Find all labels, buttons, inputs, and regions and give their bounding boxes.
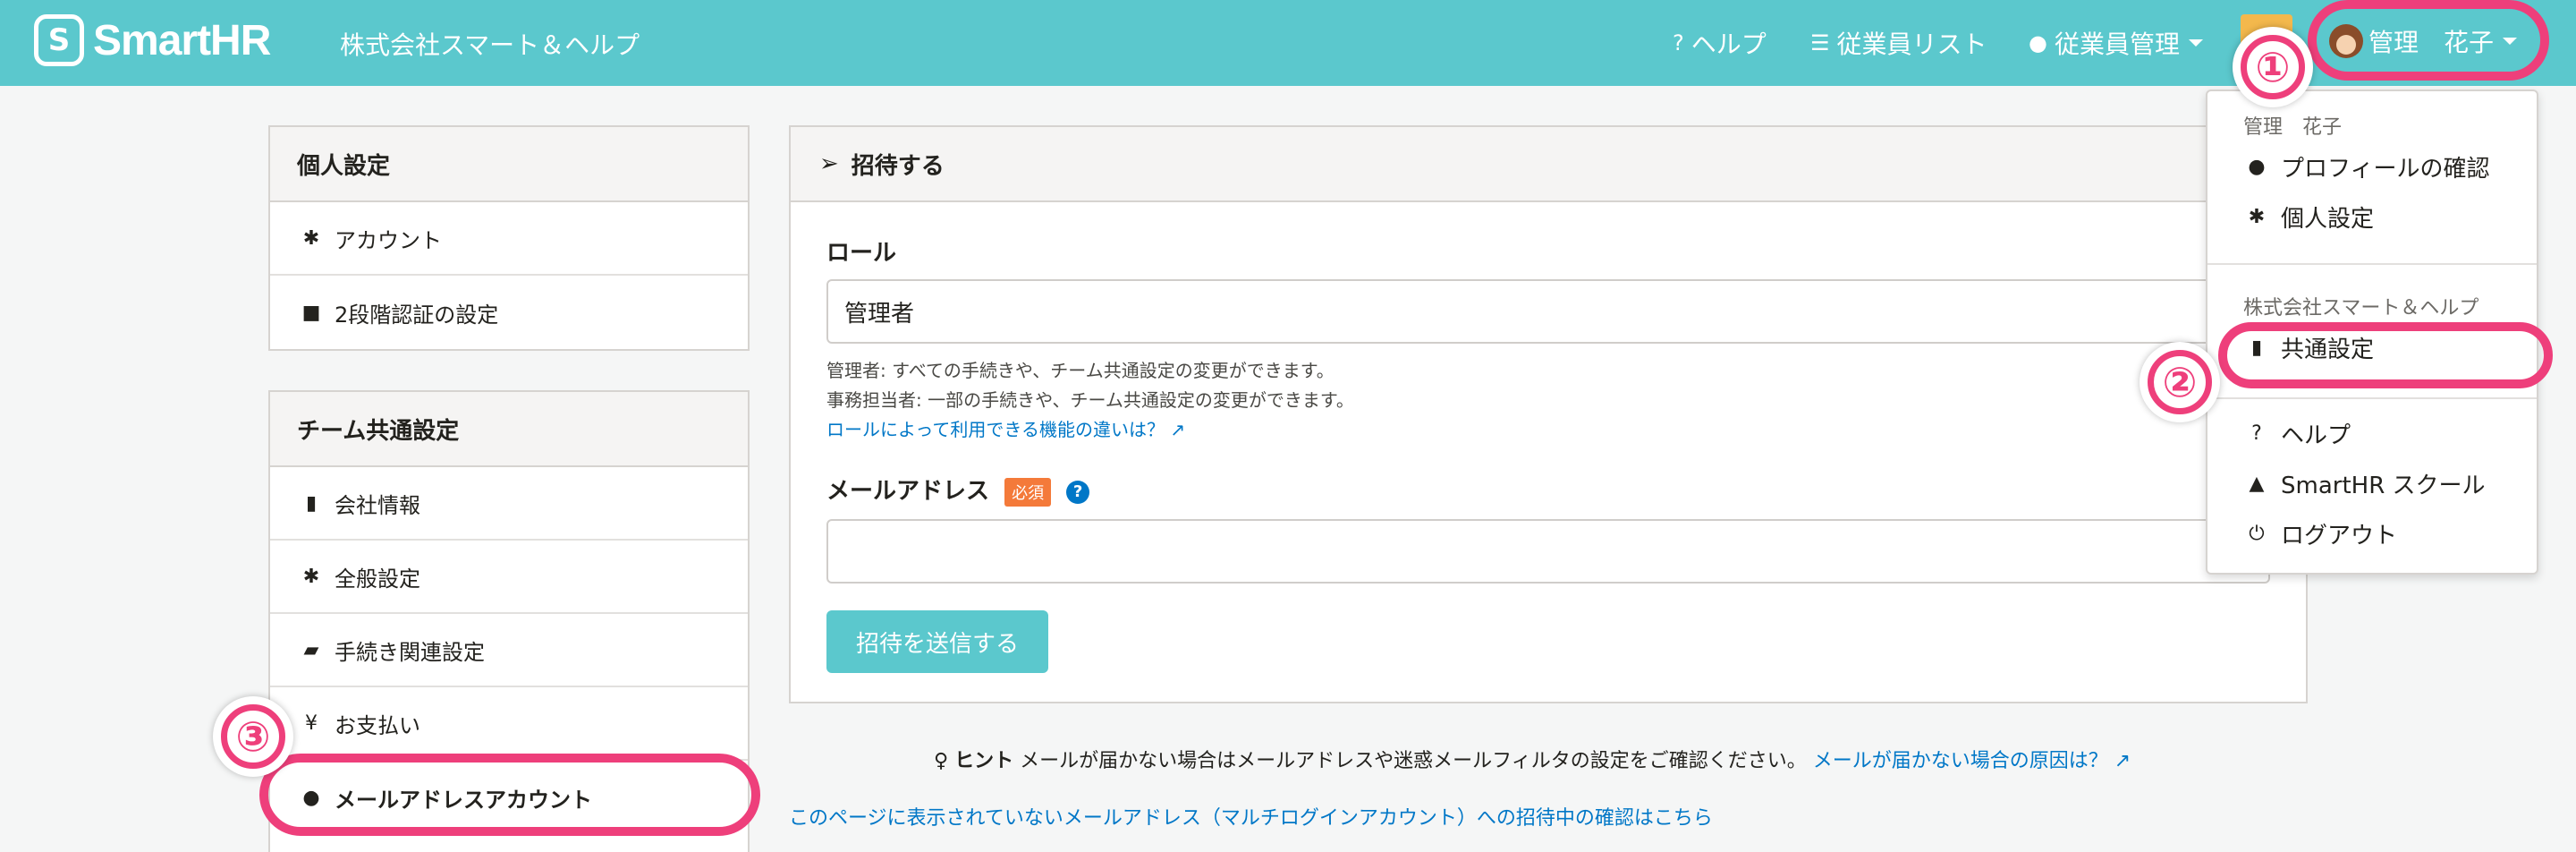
menu-item-label: プロフィールの確認 — [2281, 156, 2490, 183]
hint-text: メールが届かない場合はメールアドレスや迷惑メールフィルタの設定をご確認ください。 — [1020, 750, 1807, 772]
sidebar-item-payment[interactable]: ¥ お支払い — [270, 687, 748, 761]
user-icon: ● — [2248, 156, 2266, 178]
role-select-value: 管理者 — [844, 300, 915, 328]
menu-item-label: ログアウト — [2281, 523, 2398, 550]
sidebar-item-label: 手続き関連設定 — [335, 639, 485, 665]
highlight-common-settings — [2218, 322, 2553, 388]
sidebar-item-procedure-settings[interactable]: ▰ 手続き関連設定 — [270, 614, 748, 687]
dropdown-divider — [2207, 397, 2537, 399]
user-icon: ● — [2029, 30, 2047, 55]
sidebar-item-account[interactable]: ✱ アカウント — [270, 202, 748, 276]
highlight-email-accounts — [259, 754, 760, 836]
gear-icon: ✱ — [302, 226, 320, 250]
hint-label: ヒント — [954, 750, 1014, 772]
graduation-cap-icon: ▲ — [2249, 473, 2265, 495]
role-help-staff: 事務担当者: 一部の手続きや、チーム共通設定の変更ができます。 — [826, 389, 1354, 411]
nav-employee-management[interactable]: ● 従業員管理 — [2029, 25, 2203, 61]
logo-text: SmartHR — [93, 16, 271, 64]
menu-item-personal-settings[interactable]: ✱ 個人設定 — [2245, 200, 2374, 234]
nav-employee-management-label: 従業員管理 — [2054, 30, 2180, 59]
lightbulb-icon: ♀ — [934, 750, 949, 772]
menu-item-help[interactable]: ? ヘルプ — [2245, 417, 2351, 450]
menu-item-label: 個人設定 — [2281, 206, 2375, 233]
book-icon: ▰ — [303, 638, 319, 661]
email-label: メールアドレス — [826, 478, 990, 505]
email-label-row: メールアドレス 必須 ? — [826, 473, 1090, 507]
smarthr-logo-icon: S — [34, 14, 84, 66]
list-icon: ☰ — [1810, 30, 1830, 55]
send-invite-button[interactable]: 招待を送信する — [826, 610, 1048, 673]
building-icon: ▮ — [305, 491, 318, 515]
yen-icon: ¥ — [305, 711, 318, 735]
hint-row: ♀ ヒント メールが届かない場合はメールアドレスや迷惑メールフィルタの設定をご確… — [934, 745, 2131, 773]
nav-employee-list[interactable]: ☰ 従業員リスト — [1810, 25, 1987, 61]
step-number-3: ③ — [213, 696, 293, 777]
company-name: 株式会社スマート＆ヘルプ — [340, 30, 640, 60]
chevron-down-icon — [2188, 39, 2203, 47]
menu-item-logout[interactable]: ⏻ ログアウト — [2245, 517, 2397, 550]
sidebar-item-label: お支払い — [335, 712, 420, 738]
sidebar-item-two-factor[interactable]: ■ 2段階認証の設定 — [270, 276, 748, 349]
smarthr-logo[interactable]: S SmartHR — [34, 14, 271, 66]
question-circle-icon: ? — [2251, 422, 2262, 445]
menu-item-label: ヘルプ — [2281, 422, 2351, 449]
role-label: ロール — [826, 240, 897, 267]
role-help-admin: 管理者: すべての手続きや、チーム共通設定の変更ができます。 — [826, 360, 1335, 381]
dropdown-user-header: 管理 花子 — [2243, 116, 2343, 139]
sidebar-item-general-settings[interactable]: ✱ 全般設定 — [270, 541, 748, 614]
power-icon: ⏻ — [2249, 523, 2265, 545]
multi-login-invites-link[interactable]: このページに表示されていないメールアドレス（マルチログインアカウント）への招待中… — [789, 802, 1713, 831]
nav-help[interactable]: ? ヘルプ — [1673, 25, 1767, 61]
lock-icon: ■ — [301, 301, 321, 324]
personal-settings-title: 個人設定 — [270, 127, 748, 202]
menu-item-profile[interactable]: ● プロフィールの確認 — [2245, 150, 2489, 183]
personal-settings-panel: 個人設定 ✱ アカウント ■ 2段階認証の設定 — [268, 125, 750, 351]
highlight-user-menu — [2308, 0, 2549, 81]
sidebar-item-company-info[interactable]: ▮ 会社情報 — [270, 467, 748, 541]
nav-employee-list-label: 従業員リスト — [1836, 30, 1987, 59]
sidebar-item-label: 会社情報 — [335, 492, 420, 518]
step-number-2: ② — [2140, 342, 2220, 422]
step-number-1: ① — [2233, 27, 2313, 107]
dropdown-divider — [2207, 263, 2537, 265]
external-link-icon: ↗ — [1170, 419, 1186, 440]
role-difference-link[interactable]: ロールによって利用できる機能の違いは？ ↗ — [826, 415, 1185, 441]
sidebar-item-label: アカウント — [335, 227, 442, 253]
menu-item-label: SmartHR スクール — [2281, 473, 2486, 499]
sidebar-item-label: 全般設定 — [335, 566, 420, 592]
sidebar-item-label: 2段階認証の設定 — [335, 302, 499, 328]
top-navigation-bar: S SmartHR 株式会社スマート＆ヘルプ ? ヘルプ ☰ 従業員リスト ● … — [0, 0, 2576, 86]
role-difference-link-text: ロールによって利用できる機能の違いは？ — [826, 419, 1165, 440]
required-badge: 必須 — [1004, 477, 1052, 507]
paper-plane-icon: ➢ — [819, 150, 839, 177]
menu-item-school[interactable]: ▲ SmartHR スクール — [2245, 467, 2486, 500]
external-link-icon: ↗ — [2114, 750, 2131, 772]
nav-help-label: ヘルプ — [1690, 30, 1767, 59]
role-select[interactable]: 管理者 — [826, 279, 2270, 344]
invite-panel-header: ➢ 招待する — [791, 127, 2306, 202]
gear-icon: ✱ — [2248, 206, 2266, 228]
page-title: 招待する — [851, 152, 945, 180]
asterisk-icon: ✱ — [302, 565, 320, 588]
question-circle-icon[interactable]: ? — [1066, 480, 1090, 504]
email-field[interactable] — [826, 519, 2270, 584]
email-not-delivered-link[interactable]: メールが届かない場合の原因は？ ↗ — [1813, 750, 2131, 772]
email-not-delivered-link-text: メールが届かない場合の原因は？ — [1812, 750, 2108, 772]
dropdown-company-header: 株式会社スマート＆ヘルプ — [2243, 297, 2479, 320]
team-settings-title: チーム共通設定 — [270, 392, 748, 467]
question-circle-icon: ? — [1673, 30, 1684, 55]
